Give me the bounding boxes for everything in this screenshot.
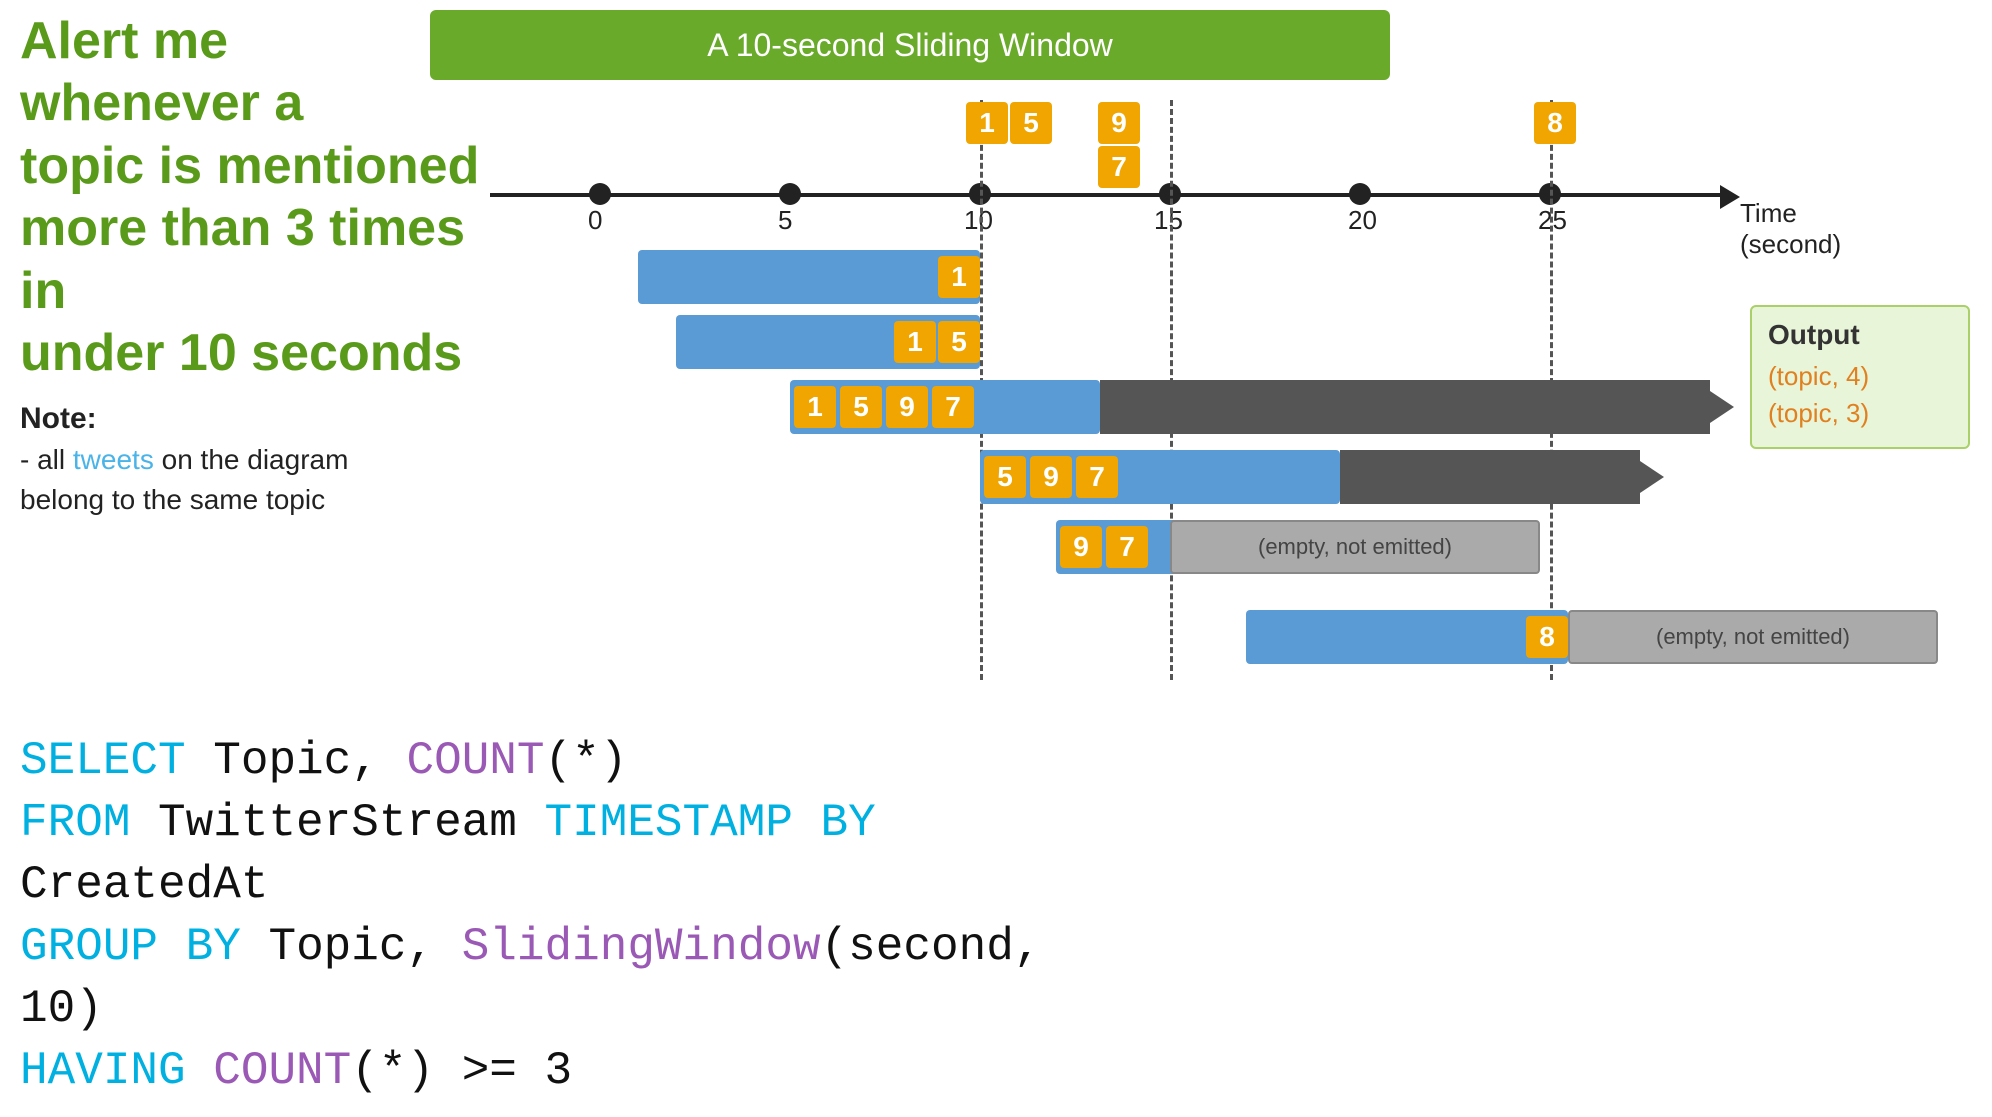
alert-line4: under 10 seconds bbox=[20, 324, 462, 382]
time-label-15: 15 bbox=[1154, 205, 1183, 236]
left-panel: Alert me whenever a topic is mentioned m… bbox=[20, 10, 480, 519]
timeline-arrow bbox=[1720, 185, 1740, 209]
time-label-20: 20 bbox=[1348, 205, 1377, 236]
time-label-0: 0 bbox=[588, 205, 602, 236]
output-title: Output bbox=[1768, 319, 1952, 351]
sliding-window-header: A 10-second Sliding Window bbox=[430, 10, 1390, 80]
bar3-badge-1: 1 bbox=[794, 386, 836, 428]
badge-event-7-top: 7 bbox=[1098, 146, 1140, 188]
time-label-5: 5 bbox=[778, 205, 792, 236]
sql-section: SELECT Topic, COUNT(*) FROM TwitterStrea… bbox=[20, 730, 1120, 1103]
sql-line-2: FROM TwitterStream TIMESTAMP BY CreatedA… bbox=[20, 792, 1120, 916]
badge-event-1-top: 1 bbox=[966, 102, 1008, 144]
bar-row3-dark bbox=[1100, 380, 1710, 434]
badge-event-8-top: 8 bbox=[1534, 102, 1576, 144]
alert-line2: topic is mentioned bbox=[20, 137, 479, 195]
sql-line-3: GROUP BY Topic, SlidingWindow(second, 10… bbox=[20, 916, 1120, 1040]
note-label: Note bbox=[20, 402, 87, 435]
bar-row4-blue: 5 9 7 bbox=[980, 450, 1340, 504]
bar-row4-arrow bbox=[1640, 461, 1664, 493]
bar4-badge-7: 7 bbox=[1076, 456, 1118, 498]
alert-text: Alert me whenever a topic is mentioned m… bbox=[20, 10, 480, 384]
output-item-1: (topic, 4) bbox=[1768, 361, 1952, 392]
bar5-badge-9: 9 bbox=[1060, 526, 1102, 568]
bar5-badge-7: 7 bbox=[1106, 526, 1148, 568]
note-section: Note: - all tweets on the diagram belong… bbox=[20, 402, 480, 518]
output-item-2: (topic, 3) bbox=[1768, 398, 1952, 429]
bar3-badge-5: 5 bbox=[840, 386, 882, 428]
alert-line1: Alert me whenever a bbox=[20, 12, 303, 132]
bar-row1: 1 bbox=[638, 250, 980, 304]
bar-row2: 1 5 bbox=[676, 315, 980, 369]
badge-event-9-top: 9 bbox=[1098, 102, 1140, 144]
time-dot-20 bbox=[1349, 183, 1371, 205]
output-panel: Output (topic, 4) (topic, 3) bbox=[1750, 305, 1970, 449]
bar6-badge-8: 8 bbox=[1526, 616, 1568, 658]
bar1-badge-1: 1 bbox=[938, 256, 980, 298]
time-dot-5 bbox=[779, 183, 801, 205]
bar4-badge-9: 9 bbox=[1030, 456, 1072, 498]
alert-line3: more than 3 times in bbox=[20, 199, 465, 319]
note-body: - all tweets on the diagram belong to th… bbox=[20, 440, 480, 518]
time-dot-0 bbox=[589, 183, 611, 205]
badge-event-5-top: 5 bbox=[1010, 102, 1052, 144]
empty-box-1: (empty, not emitted) bbox=[1170, 520, 1540, 574]
bar-row3-arrow bbox=[1710, 391, 1734, 423]
empty-label-2: (empty, not emitted) bbox=[1656, 624, 1850, 650]
bar2-badge-1: 1 bbox=[894, 321, 936, 363]
empty-box-2: (empty, not emitted) bbox=[1568, 610, 1938, 664]
header-text: A 10-second Sliding Window bbox=[707, 27, 1113, 64]
sql-line-4: HAVING COUNT(*) >= 3 bbox=[20, 1040, 1120, 1102]
diagram: A 10-second Sliding Window 0 5 10 15 20 … bbox=[430, 10, 1970, 710]
bar4-badge-5: 5 bbox=[984, 456, 1026, 498]
bar-row4-dark bbox=[1340, 450, 1640, 504]
time-label-10: 10 bbox=[964, 205, 993, 236]
sql-line-1: SELECT Topic, COUNT(*) bbox=[20, 730, 1120, 792]
bar2-badge-5: 5 bbox=[938, 321, 980, 363]
bar-row6-blue: 8 bbox=[1246, 610, 1568, 664]
empty-label-1: (empty, not emitted) bbox=[1258, 534, 1452, 560]
bar3-badge-9: 9 bbox=[886, 386, 928, 428]
bar3-badge-7: 7 bbox=[932, 386, 974, 428]
time-axis-label: Time(second) bbox=[1740, 198, 1841, 260]
bar-row3-blue: 1 5 9 7 bbox=[790, 380, 1100, 434]
